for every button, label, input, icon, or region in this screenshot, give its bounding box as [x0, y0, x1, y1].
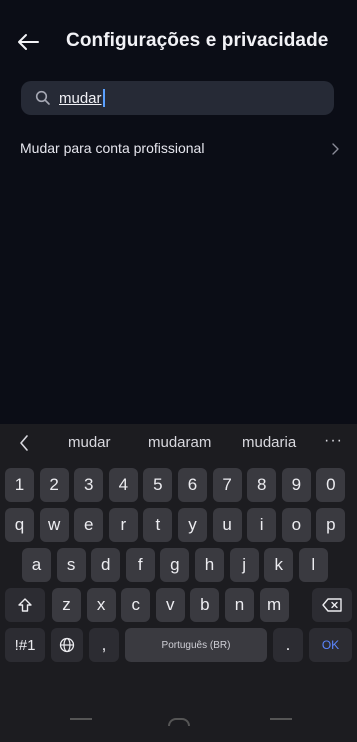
key-1[interactable]: 1: [5, 468, 34, 502]
backspace-key[interactable]: [312, 588, 352, 622]
key-h[interactable]: h: [195, 548, 224, 582]
header: Configurações e privacidade: [0, 18, 357, 68]
result-item-professional-account[interactable]: Mudar para conta profissional: [0, 134, 357, 164]
suggestion-3[interactable]: mudaria: [242, 434, 296, 451]
search-icon: [35, 90, 50, 105]
keyboard: mudar mudaram mudaria ··· 1234567890 qwer…: [0, 424, 357, 742]
comma-key[interactable]: ,: [89, 628, 119, 662]
page-title: Configurações e privacidade: [66, 30, 329, 51]
key-b[interactable]: b: [190, 588, 220, 622]
recent-apps-icon[interactable]: [70, 718, 92, 724]
navigation-bar: [0, 712, 357, 742]
key-f[interactable]: f: [125, 548, 155, 582]
key-7[interactable]: 7: [212, 468, 242, 502]
key-n[interactable]: n: [225, 588, 254, 622]
status-bar: [0, 0, 357, 10]
key-u[interactable]: u: [212, 508, 242, 542]
more-suggestions-button[interactable]: ···: [324, 432, 343, 450]
key-0[interactable]: 0: [316, 468, 346, 502]
key-y[interactable]: y: [178, 508, 207, 542]
key-i[interactable]: i: [247, 508, 277, 542]
back-button[interactable]: [14, 28, 42, 56]
key-r[interactable]: r: [108, 508, 138, 542]
key-4[interactable]: 4: [108, 468, 138, 502]
key-5[interactable]: 5: [143, 468, 173, 502]
space-key[interactable]: Português (BR): [125, 628, 267, 662]
key-o[interactable]: o: [281, 508, 311, 542]
settings-search-screen: Configurações e privacidade Mudar para c…: [0, 0, 357, 742]
key-l[interactable]: l: [298, 548, 328, 582]
ok-key[interactable]: OK: [309, 628, 352, 662]
key-x[interactable]: x: [86, 588, 116, 622]
key-j[interactable]: j: [229, 548, 259, 582]
symbols-key[interactable]: !#1: [5, 628, 45, 662]
shift-icon: [18, 598, 32, 612]
home-icon[interactable]: [168, 718, 190, 726]
key-a[interactable]: a: [22, 548, 51, 582]
key-v[interactable]: v: [155, 588, 185, 622]
search-input[interactable]: [59, 87, 319, 109]
key-m[interactable]: m: [259, 588, 289, 622]
key-g[interactable]: g: [160, 548, 190, 582]
backspace-icon: [322, 598, 342, 612]
shift-key[interactable]: [5, 588, 45, 622]
suggestion-1[interactable]: mudar: [68, 434, 111, 451]
key-p[interactable]: p: [316, 508, 346, 542]
globe-icon: [59, 637, 75, 653]
key-k[interactable]: k: [264, 548, 294, 582]
key-q[interactable]: q: [5, 508, 34, 542]
arrow-left-icon: [18, 34, 39, 50]
key-w[interactable]: w: [39, 508, 69, 542]
suggestion-2[interactable]: mudaram: [148, 434, 211, 451]
key-t[interactable]: t: [143, 508, 173, 542]
key-z[interactable]: z: [52, 588, 81, 622]
search-bar[interactable]: [21, 81, 334, 115]
period-key[interactable]: .: [273, 628, 303, 662]
key-2[interactable]: 2: [39, 468, 69, 502]
key-3[interactable]: 3: [74, 468, 104, 502]
suggestion-bar: mudar mudaram mudaria ···: [0, 424, 357, 462]
back-nav-icon[interactable]: [270, 718, 292, 724]
key-9[interactable]: 9: [281, 468, 311, 502]
chevron-left-icon[interactable]: [18, 434, 30, 452]
key-s[interactable]: s: [56, 548, 86, 582]
key-6[interactable]: 6: [178, 468, 207, 502]
result-label: Mudar para conta profissional: [20, 140, 205, 156]
key-e[interactable]: e: [74, 508, 104, 542]
key-8[interactable]: 8: [247, 468, 277, 502]
key-d[interactable]: d: [91, 548, 121, 582]
language-key[interactable]: [51, 628, 83, 662]
text-cursor: [103, 89, 105, 107]
chevron-right-icon: [332, 143, 339, 155]
key-c[interactable]: c: [121, 588, 151, 622]
